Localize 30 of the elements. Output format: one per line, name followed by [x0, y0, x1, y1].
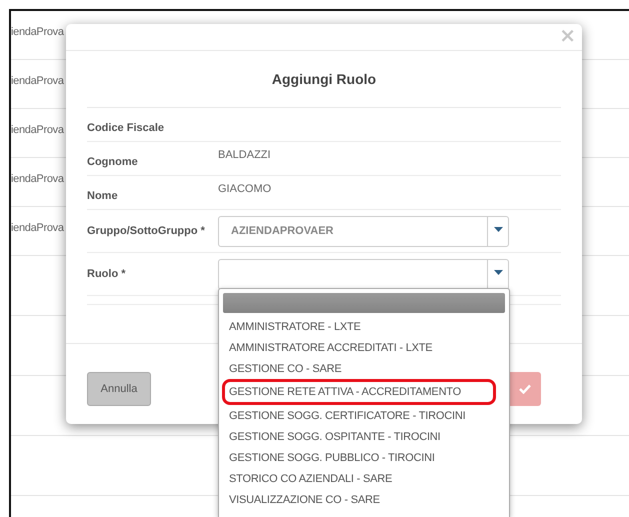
dropdown-option[interactable]: GESTIONE CO - SARE	[223, 358, 505, 379]
cancel-button[interactable]: Annulla	[87, 372, 151, 406]
field-label: Codice Fiscale	[87, 122, 166, 136]
table-cell: iendaProva	[11, 222, 64, 234]
dropdown-option[interactable]: GESTIONE SOGG. OSPITANTE - TIROCINI	[223, 426, 505, 447]
caret-icon	[494, 226, 502, 232]
dropdown-option[interactable]: GESTIONE SOGG. PUBBLICO - TIROCINI	[223, 447, 505, 468]
field-label: Ruolo *	[87, 268, 126, 280]
table-cell: iendaProva	[11, 26, 64, 38]
field-value: BALDAZZI	[218, 148, 272, 161]
dialog-title: Aggiungi Ruolo	[272, 71, 376, 87]
caret-icon	[494, 270, 502, 274]
select-field[interactable]	[218, 258, 509, 290]
table-cell: iendaProva	[11, 173, 64, 185]
dropdown-option[interactable]	[223, 293, 505, 313]
dropdown-option[interactable]: VISUALIZZAZIONE CO - SARE	[223, 489, 505, 510]
field-label: Cognome	[87, 156, 139, 170]
field-label: Nome	[87, 190, 119, 204]
dropdown-option[interactable]: GESTIONE SOGG. CERTIFICATORE - TIROCINI	[223, 405, 505, 426]
dropdown-option[interactable]: AMMINISTRATORE - LXTE	[223, 316, 505, 337]
table-cell: iendaProva	[11, 75, 64, 87]
table-cell: iendaProva	[11, 124, 64, 136]
confirm-button[interactable]	[510, 372, 541, 406]
dropdown-option[interactable]: STORICO CO AZIENDALI - SARE	[223, 468, 505, 489]
field-label: Gruppo/SottoGruppo *	[87, 225, 206, 237]
field-value: GIACOMO	[218, 182, 272, 195]
dropdown-option[interactable]: GESTIONE RETE ATTIVA - ACCREDITAMENTO	[223, 380, 495, 404]
check-icon	[519, 384, 531, 394]
dropdown-option[interactable]: AMMINISTRATORE ACCREDITATI - LXTE	[223, 337, 505, 358]
select-field[interactable]: AZIENDAPROVAER	[218, 216, 509, 246]
